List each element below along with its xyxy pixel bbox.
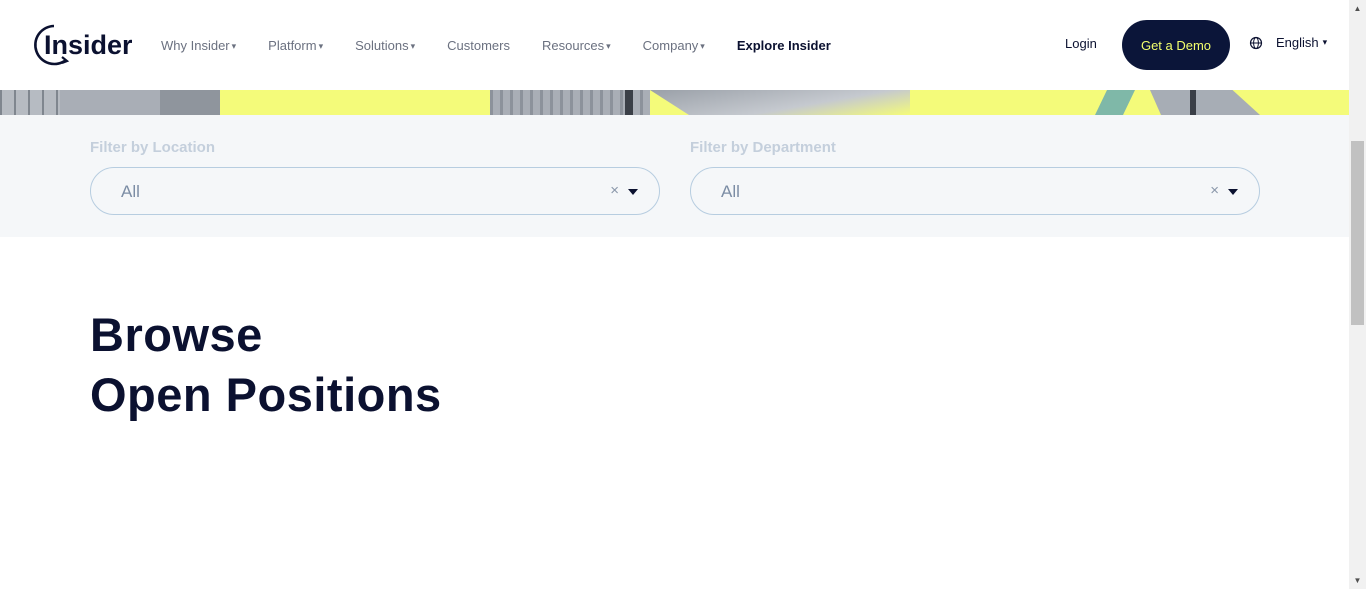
nav-label: Resources xyxy=(541,37,605,53)
nav-company[interactable]: Company ▾ xyxy=(643,38,705,53)
language-selector[interactable]: English ▾ xyxy=(1249,35,1327,50)
chevron-down-icon: ▾ xyxy=(700,40,705,51)
department-filter-label: Filter by Department xyxy=(690,139,836,156)
nav-label: Customers xyxy=(447,37,510,53)
nav-solutions[interactable]: Solutions ▾ xyxy=(355,38,415,53)
hero-image xyxy=(0,90,1349,115)
nav-label: Why Insider xyxy=(161,37,230,53)
chevron-down-icon[interactable] xyxy=(628,189,638,195)
language-label: English xyxy=(1276,35,1319,50)
close-icon[interactable]: × xyxy=(610,182,619,199)
site-header: Insider Why Insider ▾ Platform ▾ Solutio… xyxy=(0,0,1349,90)
location-filter-label: Filter by Location xyxy=(90,139,216,156)
nav-label: Explore Insider xyxy=(736,37,831,53)
department-filter: Filter by Department All × xyxy=(690,139,1260,215)
get-demo-button[interactable]: Get a Demo xyxy=(1122,20,1230,70)
nav-label: Solutions xyxy=(355,37,409,53)
nav-label: Company xyxy=(642,37,699,53)
nav-label: Platform xyxy=(268,37,317,53)
login-link[interactable]: Login xyxy=(1065,36,1097,51)
chevron-down-icon: ▾ xyxy=(318,40,324,51)
filter-section: Filter by Location All × Filter by Depar… xyxy=(0,115,1349,237)
department-select[interactable]: All × xyxy=(690,167,1260,215)
nav-why-insider[interactable]: Why Insider ▾ xyxy=(161,38,236,53)
scrollbar-thumb[interactable] xyxy=(1351,141,1364,325)
chevron-down-icon: ▾ xyxy=(410,40,416,51)
vertical-scrollbar[interactable]: ▲ ▼ xyxy=(1349,0,1366,589)
close-icon[interactable]: × xyxy=(1210,182,1219,199)
location-select[interactable]: All × xyxy=(90,167,660,215)
chevron-down-icon: ▾ xyxy=(606,40,611,51)
logo-text: Insider xyxy=(44,30,132,60)
page-title-line-1: Browse xyxy=(90,308,263,361)
nav-explore-insider[interactable]: Explore Insider xyxy=(737,38,831,53)
globe-icon xyxy=(1249,36,1263,49)
location-select-value: All xyxy=(121,182,140,201)
chevron-down-icon: ▾ xyxy=(1322,37,1328,47)
nav-customers[interactable]: Customers xyxy=(447,38,510,53)
nav-resources[interactable]: Resources ▾ xyxy=(542,38,611,53)
scroll-down-arrow-icon[interactable]: ▼ xyxy=(1349,572,1366,589)
page-title-line-2: Open Positions xyxy=(90,368,442,421)
main-nav: Why Insider ▾ Platform ▾ Solutions ▾ Cus… xyxy=(161,0,863,90)
nav-platform[interactable]: Platform ▾ xyxy=(268,38,323,53)
logo-mark: Insider xyxy=(34,24,132,66)
chevron-down-icon: ▾ xyxy=(231,40,237,51)
scroll-up-arrow-icon[interactable]: ▲ xyxy=(1349,0,1366,17)
chevron-down-icon[interactable] xyxy=(1228,189,1238,195)
page-title: Browse Open Positions xyxy=(90,305,442,425)
location-filter: Filter by Location All × xyxy=(90,139,660,215)
insider-logo[interactable]: Insider xyxy=(32,22,132,68)
department-select-value: All xyxy=(721,182,740,201)
